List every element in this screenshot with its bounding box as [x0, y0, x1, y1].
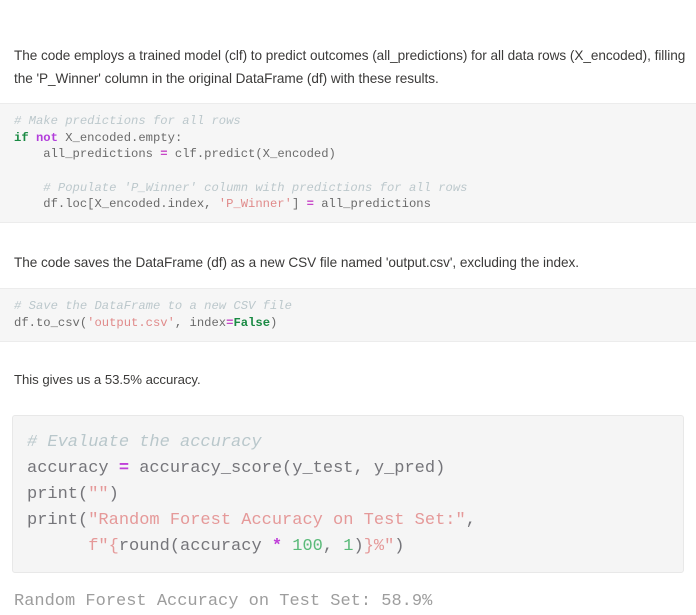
code-token-plain: all_predictions [14, 147, 161, 162]
code-token-plain-lg [27, 537, 88, 556]
paragraph-prediction-explanation: The code employs a trained model (clf) t… [14, 47, 686, 86]
code-line: accuracy = accuracy_score(y_test, y_pred… [27, 459, 445, 478]
code-token-plain-lg: ) [394, 536, 405, 556]
code-token-plain-lg: print( [27, 484, 89, 504]
code-line: df.to_csv('output.csv', index=False) [14, 316, 277, 330]
code-token-plain: ) [270, 315, 278, 330]
code-token-plain-lg: round(accuracy [118, 536, 272, 556]
code-token-plain: df.loc[X_encoded.index, [14, 197, 219, 212]
code-token-op-lg: = [118, 458, 130, 478]
code-token-comment: # Populate 'P_Winner' column with predic… [14, 180, 468, 195]
code-token-plain-lg [282, 537, 292, 556]
code-token-op: = [306, 197, 314, 212]
code-token-plain: clf.predict(X_encoded) [167, 147, 336, 162]
code-token-plain-lg: , [465, 510, 476, 530]
code-token-plain-lg: print( [27, 510, 89, 530]
code-line: df.loc[X_encoded.index, 'P_Winner'] = al… [14, 197, 431, 211]
code-block-save-csv[interactable]: # Save the DataFrame to a new CSV file d… [0, 288, 696, 342]
code-token-comment: # Save the DataFrame to a new CSV file [14, 299, 292, 314]
code-token-str-lg: "Random Forest Accuracy on Test Set:" [88, 510, 466, 530]
code-token-num: 100 [292, 536, 323, 556]
paragraph-accuracy-statement: This gives us a 53.5% accuracy. [14, 371, 201, 387]
code-token-op-lg: * [271, 536, 283, 556]
code-line: if not X_encoded.empty: [14, 131, 182, 145]
code-token-plain: X_encoded.empty: [57, 130, 183, 145]
code-block-predictions[interactable]: # Make predictions for all rows if not X… [0, 103, 696, 223]
code-line: f"{round(accuracy * 100, 1)}%") [27, 536, 405, 556]
code-token-str-lg: "" [88, 484, 109, 504]
code-token-kw2: not [35, 130, 58, 145]
code-line: # Save the DataFrame to a new CSV file [14, 299, 292, 313]
code-token-plain: , index [174, 315, 227, 330]
program-output-accuracy: Random Forest Accuracy on Test Set: 58.9… [14, 591, 433, 611]
code-token-plain-lg: ) [353, 536, 364, 556]
code-token-plain-lg: accuracy_score(y_test, y_pred) [129, 458, 446, 478]
code-token-plain-lg: accuracy [27, 458, 119, 478]
code-token-plain: df.to_csv( [14, 315, 88, 330]
code-token-str: 'P_Winner' [218, 197, 292, 212]
code-line: print("") [27, 485, 119, 504]
code-token-comment: # Make predictions for all rows [14, 114, 241, 129]
code-token-num: 1 [343, 536, 354, 556]
code-line: all_predictions = clf.predict(X_encoded) [14, 147, 336, 161]
code-token-plain-lg: , [322, 536, 344, 556]
code-token-plain-lg: ) [108, 484, 119, 504]
code-line: # Make predictions for all rows [14, 114, 241, 128]
paragraph-csv-export-explanation: The code saves the DataFrame (df) as a n… [14, 255, 580, 271]
code-token-op: = [160, 147, 168, 162]
code-token-kw: if [14, 130, 29, 145]
code-line: # Populate 'P_Winner' column with predic… [14, 181, 467, 195]
code-token-plain: all_predictions [313, 197, 431, 212]
code-token-str-lg: f"{ [88, 536, 119, 556]
code-token-plain: ] [291, 197, 307, 212]
code-line: # Evaluate the accuracy [27, 433, 262, 452]
code-token-str: 'output.csv' [87, 315, 175, 330]
code-token-kw: False [233, 315, 271, 330]
article-page: The code employs a trained model (clf) t… [0, 14, 696, 611]
code-token-comment-lg: # Evaluate the accuracy [27, 432, 262, 452]
code-line: print("Random Forest Accuracy on Test Se… [27, 511, 476, 530]
code-token-str-lg: }%" [363, 536, 395, 556]
code-block-evaluate-accuracy[interactable]: # Evaluate the accuracy accuracy = accur… [12, 414, 684, 573]
